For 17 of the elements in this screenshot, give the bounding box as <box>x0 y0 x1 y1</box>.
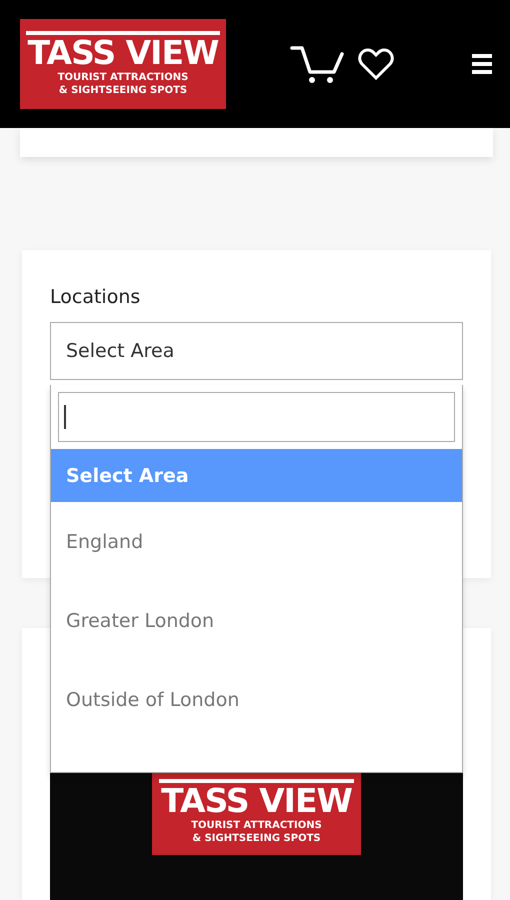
logo-title: TASS VIEW <box>26 31 220 71</box>
dropdown-option[interactable]: Outside of London <box>51 660 462 739</box>
dropdown-option[interactable]: Select Area <box>51 449 462 502</box>
logo-tagline: & SIGHTSEEING SPOTS <box>58 84 188 97</box>
dropdown-option[interactable]: Greater London <box>51 581 462 660</box>
logo-title: TASS VIEW <box>159 778 354 818</box>
search-field[interactable] <box>58 392 455 442</box>
logo-tagline: TOURIST ATTRACTIONS <box>191 818 322 832</box>
dropdown-option[interactable]: England <box>51 502 462 581</box>
logo-tagline: & SIGHTSEEING SPOTS <box>192 832 321 844</box>
logo-tagline: TOURIST ATTRACTIONS <box>58 71 188 84</box>
area-select[interactable]: Select Area <box>50 322 463 380</box>
field-label: Locations <box>50 286 142 308</box>
menu-icon[interactable] <box>472 53 492 75</box>
cart-icon[interactable] <box>290 44 346 84</box>
heart-icon[interactable] <box>358 47 394 81</box>
logo[interactable]: TASS VIEW TOURIST ATTRACTIONS & SIGHTSEEING SPOTS <box>20 19 226 109</box>
